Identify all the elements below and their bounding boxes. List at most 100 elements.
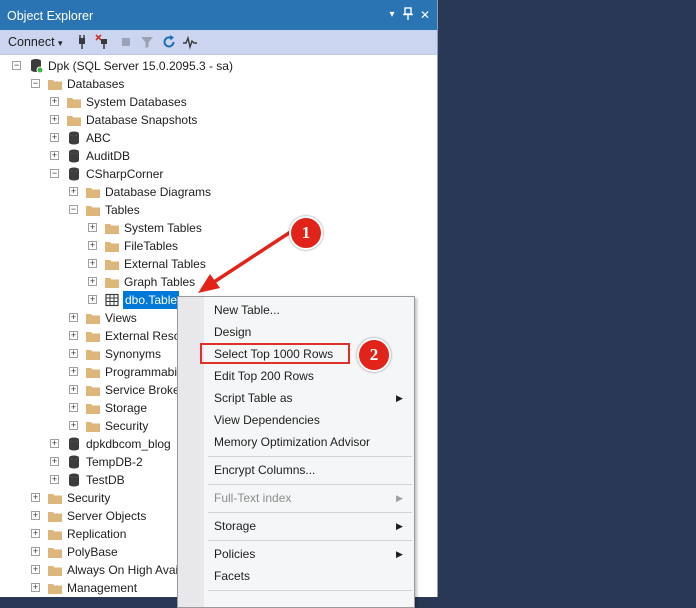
tree-label: Management <box>67 581 138 595</box>
expand-icon[interactable]: + <box>88 295 97 304</box>
expand-icon[interactable]: + <box>69 187 78 196</box>
expand-icon[interactable]: + <box>69 331 78 340</box>
table-icon <box>104 292 120 308</box>
menu-item-policies[interactable]: Policies <box>214 544 255 564</box>
refresh-icon[interactable] <box>161 34 177 50</box>
folder-icon <box>47 544 63 560</box>
folder-icon <box>47 76 63 92</box>
menu-item-facets[interactable]: Facets <box>214 566 250 586</box>
menu-item-view-dependencies[interactable]: View Dependencies <box>214 410 320 430</box>
expand-icon[interactable]: + <box>50 439 59 448</box>
menu-separator <box>208 456 412 457</box>
folder-icon <box>47 562 63 578</box>
tree-label: ABC <box>86 131 111 145</box>
expand-icon[interactable]: + <box>50 475 59 484</box>
expand-icon[interactable]: + <box>88 241 97 250</box>
menu-item-edit-top-rows[interactable]: Edit Top 200 Rows <box>214 366 314 386</box>
annotation-arrow <box>198 229 293 293</box>
pin-icon[interactable] <box>400 7 416 23</box>
menu-item-memory-optimization[interactable]: Memory Optimization Advisor <box>214 432 370 452</box>
tree-label-selected: dbo.Table <box>123 291 180 309</box>
folder-icon <box>85 184 101 200</box>
expand-icon[interactable]: + <box>69 367 78 376</box>
connect-caret-icon: ▾ <box>58 38 63 48</box>
expand-icon[interactable]: + <box>31 529 40 538</box>
expand-icon[interactable]: + <box>31 493 40 502</box>
filter-icon[interactable] <box>139 34 155 50</box>
tree-label: Dpk (SQL Server 15.0.2095.3 - sa) <box>48 59 233 73</box>
tree-label: Security <box>105 419 149 433</box>
menu-item-design[interactable]: Design <box>214 322 251 342</box>
menu-separator <box>208 512 412 513</box>
tree-label: TempDB-2 <box>86 455 143 469</box>
folder-icon <box>104 220 120 236</box>
menu-item-script-table-as[interactable]: Script Table as <box>214 388 293 408</box>
expand-icon[interactable]: + <box>50 97 59 106</box>
expand-icon[interactable]: + <box>50 115 59 124</box>
folder-icon <box>85 346 101 362</box>
disconnect-icon[interactable] <box>95 34 111 50</box>
expand-icon[interactable]: + <box>88 223 97 232</box>
menu-item-storage[interactable]: Storage <box>214 516 256 536</box>
expand-icon[interactable]: + <box>50 133 59 142</box>
collapse-icon[interactable]: − <box>50 169 59 178</box>
expand-icon[interactable]: + <box>31 547 40 556</box>
menu-separator <box>208 590 412 591</box>
expand-icon[interactable]: + <box>50 151 59 160</box>
connect-plug-icon[interactable] <box>74 34 90 50</box>
expand-icon[interactable]: + <box>31 565 40 574</box>
tree-label: Security <box>67 491 111 505</box>
folder-icon <box>47 508 63 524</box>
tree-label: Synonyms <box>105 347 162 361</box>
menu-item-encrypt-columns[interactable]: Encrypt Columns... <box>214 460 315 480</box>
folder-icon <box>47 490 63 506</box>
expand-icon[interactable]: + <box>69 421 78 430</box>
tree-label: Databases <box>67 77 125 91</box>
database-icon <box>66 148 82 164</box>
server-icon <box>28 58 44 74</box>
menu-item-new-table[interactable]: New Table... <box>214 300 280 320</box>
connect-button[interactable]: Connect ▾ <box>8 34 63 50</box>
expand-icon[interactable]: + <box>31 511 40 520</box>
expand-icon[interactable]: + <box>88 277 97 286</box>
tree-label: Database Diagrams <box>105 185 212 199</box>
folder-icon <box>66 94 82 110</box>
expand-icon[interactable]: + <box>69 313 78 322</box>
tree-label: dpkdbcom_blog <box>86 437 171 451</box>
folder-icon <box>85 400 101 416</box>
folder-icon <box>66 112 82 128</box>
folder-icon <box>85 418 101 434</box>
tree-label: Replication <box>67 527 127 541</box>
tree-label: Tables <box>105 203 140 217</box>
tree-label: PolyBase <box>67 545 118 559</box>
dropdown-icon[interactable]: ▾ <box>384 7 400 23</box>
tree-label: Storage <box>105 401 148 415</box>
expand-icon[interactable]: + <box>50 457 59 466</box>
submenu-arrow-icon: ▶ <box>396 393 403 403</box>
tree-label: Database Snapshots <box>86 113 198 127</box>
folder-icon <box>47 526 63 542</box>
collapse-icon[interactable]: − <box>69 205 78 214</box>
activity-monitor-icon[interactable] <box>182 34 198 50</box>
close-icon[interactable]: ✕ <box>417 7 433 23</box>
tree-label: TestDB <box>86 473 125 487</box>
stop-icon[interactable] <box>118 34 134 50</box>
expand-icon[interactable]: + <box>69 349 78 358</box>
expand-icon[interactable]: + <box>69 385 78 394</box>
collapse-icon[interactable]: − <box>31 79 40 88</box>
database-icon <box>66 454 82 470</box>
expand-icon[interactable]: + <box>31 583 40 592</box>
menu-separator <box>208 484 412 485</box>
collapse-icon[interactable]: − <box>12 61 21 70</box>
expand-icon[interactable]: + <box>88 259 97 268</box>
folder-icon <box>104 238 120 254</box>
folder-icon <box>104 256 120 272</box>
folder-icon <box>85 382 101 398</box>
tree-label: CSharpCorner <box>86 167 164 181</box>
tree-label: Server Objects <box>67 509 147 523</box>
folder-icon <box>85 202 101 218</box>
folder-icon <box>85 364 101 380</box>
submenu-arrow-icon: ▶ <box>396 549 403 559</box>
expand-icon[interactable]: + <box>69 403 78 412</box>
folder-icon <box>85 328 101 344</box>
